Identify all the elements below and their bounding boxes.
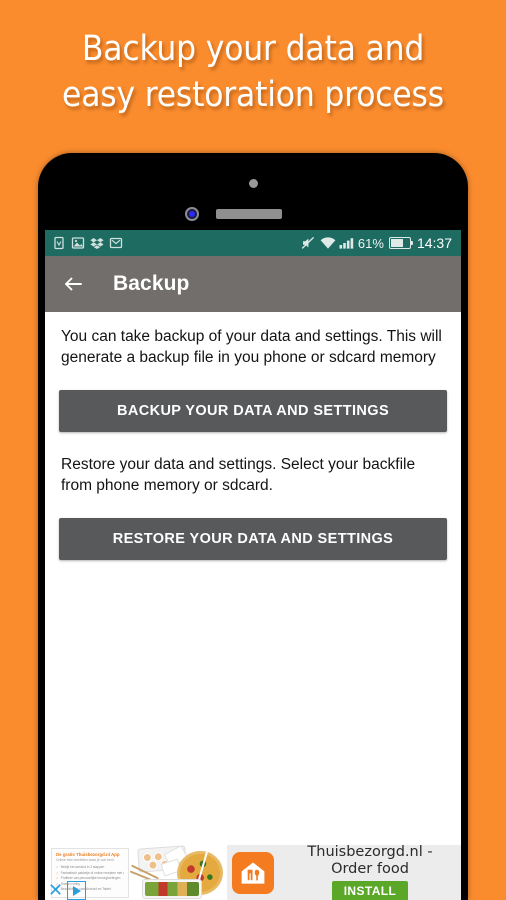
dropbox-notification-icon (90, 236, 104, 250)
salad-box-image (142, 879, 202, 899)
status-bar-notifications (52, 236, 123, 250)
backup-button[interactable]: BACKUP YOUR DATA AND SETTINGS (59, 390, 447, 432)
status-bar: 61% 14:37 (45, 230, 461, 256)
battery-percent-label: 61% (357, 235, 384, 251)
ad-close-icon[interactable]: ✕ (46, 881, 65, 900)
restore-description: Restore your data and settings. Select y… (61, 456, 416, 494)
wifi-icon (320, 236, 336, 250)
ad-banner[interactable]: De gratis Thuisbezorgd.nl App Online ete… (45, 845, 461, 900)
phone-device-frame: 61% 14:37 Backup You can take backup of … (38, 153, 468, 900)
main-content: You can take backup of your data and set… (45, 312, 461, 900)
status-bar-system-icons: 61% 14:37 (301, 236, 452, 250)
back-arrow-icon[interactable] (61, 272, 85, 296)
ad-app-icon (232, 851, 274, 894)
front-camera-icon (185, 207, 199, 221)
ad-creative-image[interactable]: De gratis Thuisbezorgd.nl App Online ete… (45, 845, 227, 900)
proximity-sensor-icon (249, 179, 258, 188)
ad-install-button[interactable]: INSTALL (331, 881, 409, 900)
signal-bars-icon (339, 236, 354, 250)
promo-headline: Backup your data and easy restoration pr… (62, 29, 444, 115)
ad-leaflet-subline: Online eten bestellen waar je ook bent (56, 858, 114, 862)
photo-notification-icon (71, 236, 85, 250)
app-notification-icon (52, 236, 66, 250)
ad-food-photo (122, 845, 227, 900)
ad-text-block: Thuisbezorgd.nl - Order food INSTALL (285, 845, 461, 900)
gmail-notification-icon (109, 236, 123, 250)
battery-icon (388, 237, 414, 249)
status-bar-clock: 14:37 (416, 235, 452, 251)
ad-choices-icon[interactable] (67, 881, 86, 900)
house-cutlery-icon (241, 861, 265, 884)
earpiece-speaker (216, 209, 282, 219)
mute-icon (301, 236, 315, 250)
page-title: Backup (113, 272, 190, 295)
restore-button[interactable]: RESTORE YOUR DATA AND SETTINGS (59, 518, 447, 560)
phone-screen: 61% 14:37 Backup You can take backup of … (45, 230, 461, 900)
app-bar: Backup (45, 256, 461, 312)
backup-description: You can take backup of your data and set… (61, 328, 442, 366)
ad-title: Thuisbezorgd.nl - Order food (307, 845, 433, 877)
